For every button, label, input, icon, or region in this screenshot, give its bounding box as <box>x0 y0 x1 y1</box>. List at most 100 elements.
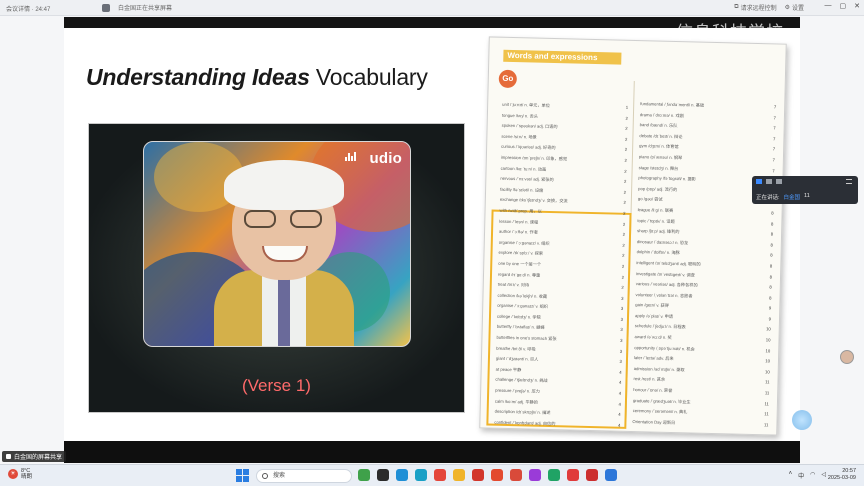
start-button[interactable] <box>236 469 249 482</box>
vocab-page-number: 10 <box>766 326 771 332</box>
vocab-word: power /ˈpaʊə/ n. 力量 <box>494 430 535 436</box>
slide-title-italic: Understanding Ideas <box>86 64 310 90</box>
app-icon[interactable] <box>472 469 484 481</box>
vocab-page-number: 4 <box>614 431 621 435</box>
vocab-word: at peace 平静 <box>495 366 522 373</box>
vocab-page-number: 9 <box>768 305 772 311</box>
taskbar-search[interactable]: 搜索 <box>256 469 352 483</box>
clock-date: 2025-03-09 <box>827 475 856 481</box>
vocab-page-number: 11 <box>764 400 770 406</box>
meeting-topbar: 会议详情 · 24:47 白金国正在共享屏幕 ⧉ 请求远程控制 ⚙ 设置 — ▢… <box>0 0 864 16</box>
search-icon <box>262 473 268 479</box>
vocab-page-number: 8 <box>770 231 774 237</box>
settings-button[interactable]: ⚙ 设置 <box>785 3 804 12</box>
vocab-page-number: 2 <box>621 274 625 280</box>
shared-slide: Understanding Ideas Vocabulary udio (Ver… <box>64 28 800 441</box>
app-icon[interactable] <box>567 469 579 481</box>
weather-desc: 晴朗 <box>21 474 33 480</box>
vocab-page-number: 7 <box>773 104 777 110</box>
app-icon[interactable] <box>605 469 617 481</box>
window-controls: — ▢ ✕ <box>825 2 861 10</box>
meeting-info-text: 会议详情 · 24:47 <box>6 7 51 13</box>
video-logo: udio <box>369 150 402 167</box>
share-tab[interactable] <box>96 2 116 14</box>
app-icon[interactable] <box>415 469 427 481</box>
vocab-page-number: 3 <box>620 316 624 322</box>
weather-icon: ☀ <box>8 469 18 479</box>
settings-label: 设置 <box>791 6 804 12</box>
vocab-page-number: 4 <box>618 401 621 407</box>
language-indicator[interactable]: 中 <box>798 471 804 480</box>
vocab-word: Orientation Day 迎新日 <box>632 418 676 425</box>
wps-icon[interactable] <box>491 469 503 481</box>
weather-text: 8°C 晴朗 <box>21 468 32 480</box>
avatar[interactable] <box>840 350 854 364</box>
vocab-page-number: 7 <box>773 114 776 121</box>
vocab-entry: Orientation Day 迎新日 11 <box>632 417 768 431</box>
vocab-page-number: 9 <box>768 316 772 322</box>
vocab-page-number: 2 <box>624 147 628 153</box>
video-panel[interactable]: udio (Verse 1) <box>88 123 465 413</box>
vocab-page-number: 2 <box>621 263 625 269</box>
vocab-word: rest /rest/ n. 其余 <box>633 376 666 383</box>
app-icon[interactable] <box>358 469 370 481</box>
presenter-label: 白金国的屏幕共享 <box>14 455 63 461</box>
panel-toolbar <box>756 179 782 184</box>
vocab-page-number: 7 <box>772 146 776 152</box>
audio-logo-icon <box>345 152 356 161</box>
vocab-page-number: 7 <box>773 136 776 142</box>
vocab-page-number: 2 <box>623 200 626 206</box>
vocab-word: gain /ɡeɪn/ v. 获得 <box>635 302 669 309</box>
vocab-word: go /ɡəʊ/ 尝试 <box>637 196 663 203</box>
vocab-page-number: 8 <box>770 220 774 226</box>
meeting-info[interactable]: 会议详情 · 24:47 <box>6 4 50 13</box>
mic-icon[interactable] <box>756 179 762 184</box>
app-icon[interactable] <box>529 469 541 481</box>
vocab-page-number: 2 <box>624 136 628 142</box>
vocab-page-number: 10 <box>765 347 771 354</box>
wechat-icon[interactable] <box>548 469 560 481</box>
menu-icon[interactable] <box>846 179 852 184</box>
meeting-mini-panel[interactable]: 正在讲话: 白金国 11 <box>752 176 858 204</box>
system-tray: ˄ 中 ◠ ◁ <box>789 471 826 480</box>
vocab-page-number: 10 <box>765 358 771 364</box>
chevron-up-icon[interactable]: ˄ <box>789 471 793 480</box>
weather-widget[interactable]: ☀ 8°C 晴朗 <box>8 468 32 480</box>
vocab-page-number: 11 <box>764 411 769 417</box>
app-icon[interactable] <box>510 469 522 481</box>
vocab-page-number: 4 <box>618 411 621 417</box>
wifi-icon[interactable]: ◠ <box>810 471 815 480</box>
app-icon[interactable] <box>377 469 389 481</box>
camera-icon[interactable] <box>766 179 772 184</box>
vocab-page-number: 3 <box>619 358 622 365</box>
list-icon[interactable] <box>776 179 782 184</box>
presenter-chip[interactable]: 白金国的屏幕共享 <box>2 451 67 462</box>
vocab-page-number: 8 <box>770 242 773 248</box>
app-icon[interactable] <box>434 469 446 481</box>
vocab-page-number: 2 <box>623 189 627 195</box>
clock[interactable]: 20:57 2025-03-09 <box>828 468 856 482</box>
volume-icon[interactable]: ◁ <box>821 471 826 480</box>
maximize-button[interactable]: ▢ <box>840 2 847 10</box>
floating-ball-icon[interactable] <box>792 410 812 430</box>
vocab-page-number: 2 <box>621 284 624 290</box>
vocab-page-number: 2 <box>623 210 626 216</box>
vocab-page-number: 4 <box>617 422 621 428</box>
vocab-page-number: 11 <box>765 379 770 385</box>
edge-icon[interactable] <box>396 469 408 481</box>
close-button[interactable]: ✕ <box>854 2 860 10</box>
app-icon[interactable] <box>586 469 598 481</box>
speaker-name: 白金国 <box>783 195 801 201</box>
vocabulary-page: Words and expressions Go unit /ˈjuːnɪt/ … <box>479 36 787 436</box>
search-placeholder: 搜索 <box>273 473 286 479</box>
share-icon <box>102 4 110 12</box>
vocab-page-number: 8 <box>769 295 772 301</box>
remote-control-button[interactable]: ⧉ 请求远程控制 <box>734 3 776 12</box>
vocab-page-number: 11 <box>764 390 770 396</box>
minimize-button[interactable]: — <box>825 2 832 10</box>
vocab-page-number: 2 <box>622 242 625 248</box>
folder-icon[interactable] <box>453 469 465 481</box>
vocab-page-number: 2 <box>625 115 628 121</box>
vocab-word: treat /triːt/ v. 对待 <box>497 281 530 288</box>
share-title-text: 白金国正在共享屏幕 <box>118 6 173 12</box>
